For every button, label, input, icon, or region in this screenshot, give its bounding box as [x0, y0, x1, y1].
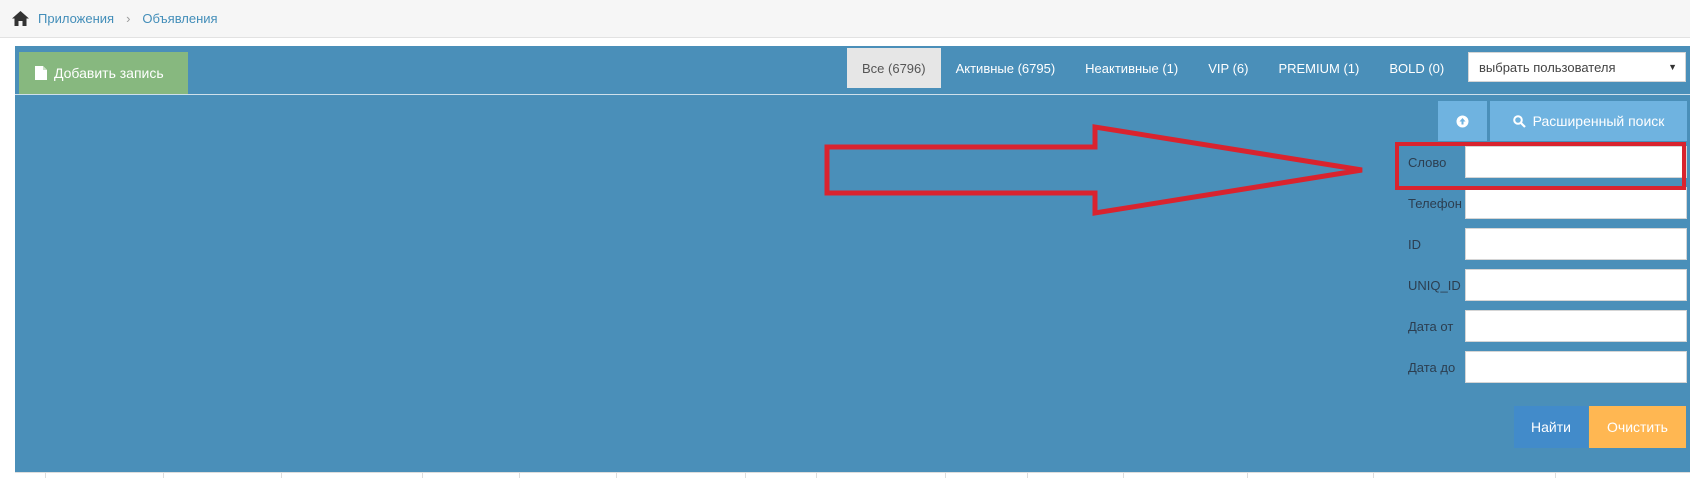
search-icon	[1512, 114, 1526, 128]
find-button[interactable]: Найти	[1514, 406, 1588, 448]
date-from-input[interactable]	[1465, 310, 1687, 342]
clear-button[interactable]: Очистить	[1589, 406, 1686, 448]
annotation-highlight-box	[1395, 142, 1686, 190]
phone-input[interactable]	[1465, 187, 1687, 219]
column-divider	[945, 473, 946, 478]
user-select[interactable]: выбрать пользователя ▼	[1468, 52, 1686, 82]
id-input[interactable]	[1465, 228, 1687, 260]
column-divider	[1373, 473, 1374, 478]
tab-premium[interactable]: PREMIUM (1)	[1263, 48, 1374, 88]
field-date-to-label: Дата до	[1408, 359, 1456, 375]
breadcrumb-link-ads[interactable]: Объявления	[142, 11, 217, 26]
field-id: ID	[1408, 228, 1690, 260]
arrow-up-circle-icon	[1456, 115, 1469, 127]
column-divider	[1247, 473, 1248, 478]
tab-inactive[interactable]: Неактивные (1)	[1070, 48, 1193, 88]
tab-all[interactable]: Все (6796)	[847, 48, 941, 88]
column-divider	[163, 473, 164, 478]
field-id-label: ID	[1408, 236, 1421, 252]
uniq-id-input[interactable]	[1465, 269, 1687, 301]
add-record-label: Добавить запись	[54, 65, 164, 81]
field-date-from: Дата от	[1408, 310, 1690, 342]
date-to-input[interactable]	[1465, 351, 1687, 383]
advanced-search-button[interactable]: Расширенный поиск	[1490, 101, 1687, 141]
breadcrumb: Приложения › Объявления	[0, 0, 1690, 38]
field-phone: Телефон	[1408, 187, 1690, 219]
advanced-search-label: Расширенный поиск	[1532, 113, 1665, 129]
column-divider	[45, 473, 46, 478]
user-select-value: выбрать пользователя	[1479, 59, 1616, 75]
table-header-edge	[15, 472, 1690, 478]
toolbar-divider	[15, 94, 1690, 95]
column-divider	[1555, 473, 1556, 478]
file-icon	[35, 66, 47, 80]
breadcrumb-separator: ›	[126, 11, 131, 26]
tab-bold[interactable]: BOLD (0)	[1374, 48, 1459, 88]
column-divider	[616, 473, 617, 478]
field-date-from-label: Дата от	[1408, 318, 1454, 334]
caret-down-icon: ▼	[1668, 62, 1677, 72]
home-icon[interactable]	[12, 11, 29, 26]
tab-vip[interactable]: VIP (6)	[1193, 48, 1263, 88]
column-divider	[422, 473, 423, 478]
filter-tabs: Все (6796) Активные (6795) Неактивные (1…	[847, 48, 1459, 88]
column-divider	[1027, 473, 1028, 478]
field-date-to: Дата до	[1408, 351, 1690, 383]
field-uniq-id: UNIQ_ID	[1408, 269, 1690, 301]
field-uniq-id-label: UNIQ_ID	[1408, 277, 1461, 293]
field-phone-label: Телефон	[1408, 195, 1462, 211]
tab-active[interactable]: Активные (6795)	[941, 48, 1071, 88]
column-divider	[816, 473, 817, 478]
column-divider	[519, 473, 520, 478]
column-divider	[745, 473, 746, 478]
add-record-button[interactable]: Добавить запись	[19, 52, 188, 94]
collapse-search-button[interactable]	[1438, 101, 1487, 141]
column-divider	[1123, 473, 1124, 478]
column-divider	[281, 473, 282, 478]
breadcrumb-link-apps[interactable]: Приложения	[38, 11, 114, 26]
